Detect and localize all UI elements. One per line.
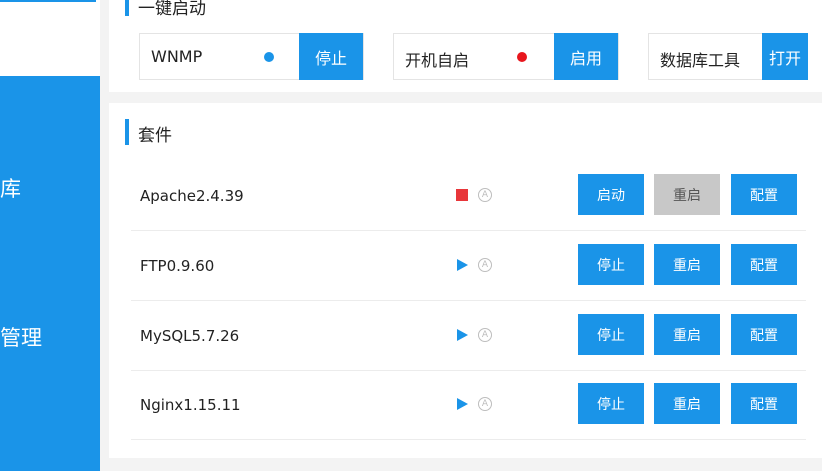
config-button[interactable]: 配置 bbox=[731, 383, 797, 424]
autostart-circle-icon: A bbox=[478, 328, 492, 342]
wnmp-box: WNMP 停止 bbox=[139, 33, 364, 80]
autostart-enable-button[interactable]: 启用 bbox=[554, 33, 618, 80]
sidebar-top-panel bbox=[0, 0, 100, 76]
db-tool-label: 数据库工具 bbox=[660, 51, 741, 70]
stop-button[interactable]: 停止 bbox=[578, 383, 644, 424]
service-name: FTP0.9.60 bbox=[140, 257, 215, 275]
restart-button[interactable]: 重启 bbox=[654, 383, 720, 424]
restart-button[interactable]: 重启 bbox=[654, 314, 720, 355]
table-row: FTP0.9.60 A 停止 重启 配置 bbox=[131, 231, 806, 301]
wnmp-status-dot-icon bbox=[264, 52, 274, 62]
wnmp-stop-button[interactable]: 停止 bbox=[299, 33, 363, 80]
autostart-circle-icon: A bbox=[478, 188, 492, 202]
suite-title: 套件 bbox=[138, 126, 172, 146]
stop-square-icon bbox=[456, 189, 468, 201]
wnmp-label: WNMP bbox=[151, 47, 203, 66]
sidebar-nav bbox=[0, 76, 100, 471]
autostart-box: 开机自启 启用 bbox=[393, 33, 619, 80]
restart-button[interactable]: 重启 bbox=[654, 244, 720, 285]
config-button[interactable]: 配置 bbox=[731, 174, 797, 215]
quick-start-panel: 一键启动 WNMP 停止 开机自启 启用 数据库工具 打开 bbox=[109, 0, 822, 92]
config-button[interactable]: 配置 bbox=[731, 244, 797, 285]
play-triangle-icon bbox=[457, 259, 468, 271]
section-accent-bar bbox=[125, 119, 129, 145]
restart-button[interactable]: 重启 bbox=[654, 174, 720, 215]
table-row: Nginx1.15.11 A 停止 重启 配置 bbox=[131, 370, 806, 440]
quick-start-title: 一键启动 bbox=[138, 0, 206, 19]
suite-panel: 套件 Apache2.4.39 A 启动 重启 配置 FTP0.9.60 A 停… bbox=[109, 103, 822, 458]
sidebar-item-management[interactable]: 管理 bbox=[0, 322, 42, 352]
start-button[interactable]: 启动 bbox=[578, 174, 644, 215]
section-accent-bar bbox=[125, 0, 129, 16]
play-triangle-icon bbox=[457, 329, 468, 341]
db-tool-open-button[interactable]: 打开 bbox=[762, 33, 808, 80]
config-button[interactable]: 配置 bbox=[731, 314, 797, 355]
stop-button[interactable]: 停止 bbox=[578, 314, 644, 355]
sidebar-top-divider bbox=[0, 0, 96, 2]
table-row: Apache2.4.39 A 启动 重启 配置 bbox=[131, 161, 806, 231]
service-name: Apache2.4.39 bbox=[140, 187, 244, 205]
stop-button[interactable]: 停止 bbox=[578, 244, 644, 285]
sidebar: 库 管理 bbox=[0, 0, 100, 471]
service-name: Nginx1.15.11 bbox=[140, 396, 241, 414]
autostart-label: 开机自启 bbox=[405, 51, 470, 70]
sidebar-item-database[interactable]: 库 bbox=[0, 173, 21, 203]
play-triangle-icon bbox=[457, 398, 468, 410]
db-tool-box: 数据库工具 打开 bbox=[648, 33, 808, 80]
autostart-circle-icon: A bbox=[478, 397, 492, 411]
service-name: MySQL5.7.26 bbox=[140, 327, 240, 345]
autostart-circle-icon: A bbox=[478, 258, 492, 272]
table-row: MySQL5.7.26 A 停止 重启 配置 bbox=[131, 301, 806, 371]
autostart-status-dot-icon bbox=[517, 52, 527, 62]
